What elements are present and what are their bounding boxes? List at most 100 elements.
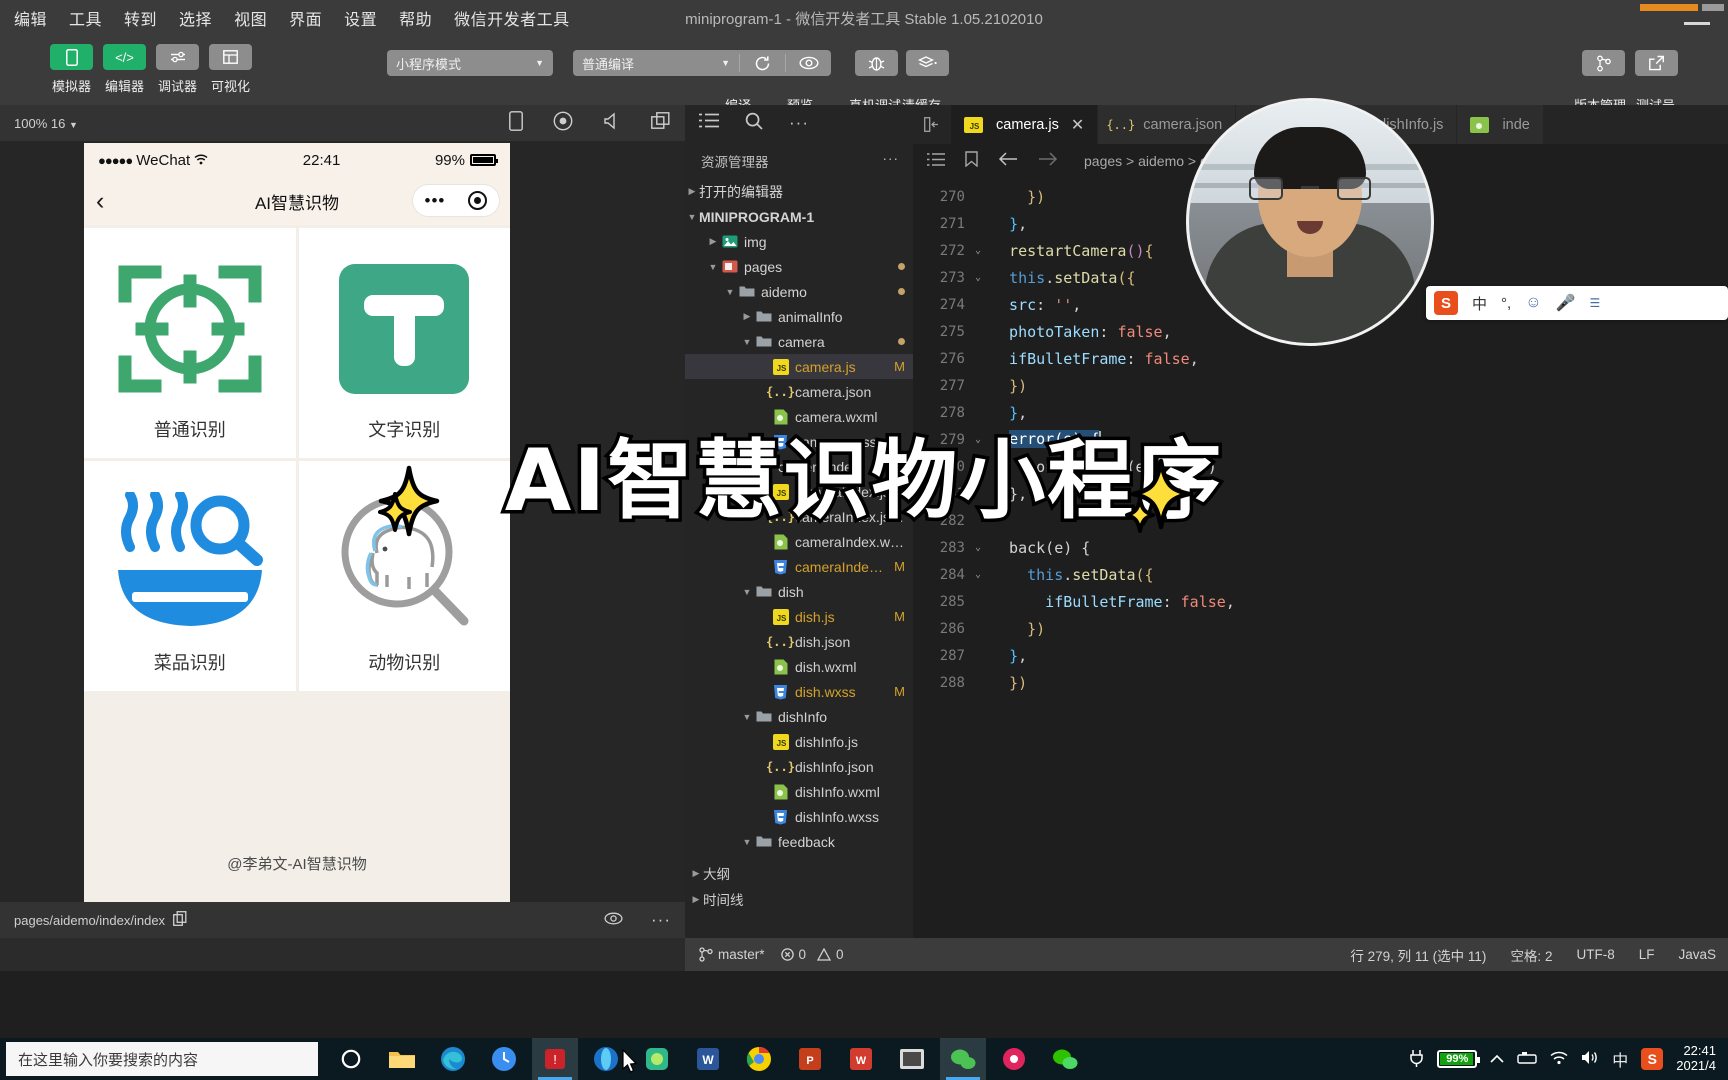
- tree-item-aidemo[interactable]: ▼ aidemo: [685, 279, 913, 304]
- grid-item-text-recognition[interactable]: 文字识别: [298, 228, 510, 458]
- cortana-icon[interactable]: [328, 1038, 374, 1080]
- menu-item-edit[interactable]: 编辑: [14, 6, 47, 30]
- tree-project-root[interactable]: ▼ MINIPROGRAM-1: [685, 204, 913, 229]
- ime-punctuation-label[interactable]: °,: [1501, 295, 1511, 312]
- wechat-capsule-button[interactable]: •••: [412, 184, 500, 217]
- tree-item-pages[interactable]: ▼ pages: [685, 254, 913, 279]
- language-mode[interactable]: JavaS: [1678, 947, 1716, 962]
- photos-app-icon[interactable]: [889, 1038, 935, 1080]
- outline-list-icon[interactable]: [927, 152, 945, 169]
- clear-cache-button[interactable]: [906, 50, 949, 76]
- collapse-sidebar-icon[interactable]: [913, 105, 951, 144]
- wifi-tray-icon[interactable]: [1550, 1051, 1568, 1068]
- fold-chevron-icon[interactable]: ⌄: [965, 245, 991, 256]
- bookmark-icon[interactable]: [965, 151, 978, 170]
- menu-item-tools[interactable]: 工具: [69, 6, 102, 30]
- eol-setting[interactable]: LF: [1639, 947, 1655, 962]
- toolbar-editor-button[interactable]: </> 编辑器: [103, 44, 146, 95]
- tree-item-cameraindex[interactable]: ▼ cameraIndex: [685, 454, 913, 479]
- menu-item-interface[interactable]: 界面: [289, 6, 322, 30]
- test-account-button[interactable]: [1635, 50, 1678, 76]
- menu-item-goto[interactable]: 转到: [124, 6, 157, 30]
- volume-icon[interactable]: [603, 112, 621, 135]
- nav-back-icon[interactable]: [998, 152, 1018, 169]
- file-explorer-icon[interactable]: [379, 1038, 425, 1080]
- tree-item-dishinfo-js[interactable]: ▶JSdishInfo.js: [685, 729, 913, 754]
- sogou-logo-icon[interactable]: S: [1434, 291, 1458, 315]
- tree-item-animalinfo[interactable]: ▶ animalInfo: [685, 304, 913, 329]
- nav-forward-icon[interactable]: [1038, 152, 1058, 169]
- tree-item-feedback[interactable]: ▼ feedback: [685, 829, 913, 854]
- minimize-button[interactable]: [1684, 22, 1710, 25]
- tree-item-dish-wxml[interactable]: ▶dish.wxml: [685, 654, 913, 679]
- problems-indicator[interactable]: 0 0: [780, 947, 844, 962]
- copy-window-icon[interactable]: [651, 111, 671, 135]
- ime-mode-label[interactable]: 中: [1472, 293, 1487, 314]
- chevron-down-icon[interactable]: ▼: [723, 287, 737, 297]
- fold-chevron-icon[interactable]: ⌄: [965, 272, 991, 283]
- word-app-icon[interactable]: W: [685, 1038, 731, 1080]
- tree-item-dish-js[interactable]: ▶JSdish.jsM: [685, 604, 913, 629]
- tree-item-img[interactable]: ▶ img: [685, 229, 913, 254]
- tree-item-dishinfo-json[interactable]: ▶{..}dishInfo.json: [685, 754, 913, 779]
- wps-app-icon[interactable]: W: [838, 1038, 884, 1080]
- tree-item-cameraindex----[interactable]: ▶cameraIndex....M: [685, 554, 913, 579]
- emoji-icon[interactable]: ☺: [1525, 294, 1541, 312]
- chevron-down-icon[interactable]: ▼: [740, 462, 754, 472]
- cursor-position[interactable]: 行 279, 列 11 (选中 11): [1350, 945, 1486, 965]
- edge-browser-icon[interactable]: [430, 1038, 476, 1080]
- toolbar-debugger-button[interactable]: 调试器: [156, 44, 199, 95]
- encoding-setting[interactable]: UTF-8: [1576, 947, 1614, 962]
- wechat-devtools-app-icon[interactable]: [940, 1038, 986, 1080]
- tree-item-cameraindex-js[interactable]: ▶JScameraIndex.js: [685, 479, 913, 504]
- tree-item-dishinfo-wxml[interactable]: ▶dishInfo.wxml: [685, 779, 913, 804]
- tree-open-editors[interactable]: ▶ 打开的编辑器: [685, 179, 913, 204]
- tree-item-dishinfo[interactable]: ▼ dishInfo: [685, 704, 913, 729]
- fold-chevron-icon[interactable]: ⌄: [965, 434, 991, 445]
- menu-item-view[interactable]: 视图: [234, 6, 267, 30]
- branch-indicator[interactable]: master*: [699, 947, 765, 962]
- toolbar-visual-button[interactable]: 可视化: [209, 44, 252, 95]
- menu-item-settings[interactable]: 设置: [344, 6, 377, 30]
- explorer-section-timeline[interactable]: ▶ 时间线: [685, 886, 913, 912]
- chevron-down-icon[interactable]: ▼: [706, 262, 720, 272]
- editor-tab-camera-js[interactable]: JS camera.js ✕: [951, 105, 1099, 144]
- menu-item-help[interactable]: 帮助: [399, 6, 432, 30]
- eye-icon[interactable]: [604, 912, 623, 928]
- menu-item-devtools[interactable]: 微信开发者工具: [454, 6, 570, 30]
- wechat-app-icon[interactable]: [1042, 1038, 1088, 1080]
- tree-item-camera-wxss[interactable]: ▶camera.wxss: [685, 429, 913, 454]
- tree-item-camera-wxml[interactable]: ▶camera.wxml: [685, 404, 913, 429]
- editor-tab-inde[interactable]: inde: [1457, 105, 1544, 144]
- search-input[interactable]: 在这里输入你要搜索的内容: [6, 1042, 318, 1076]
- mode-select[interactable]: 小程序模式 ▼: [387, 50, 553, 76]
- close-icon[interactable]: ✕: [1071, 115, 1084, 135]
- explorer-more-icon[interactable]: ···: [789, 113, 809, 133]
- volume-tray-icon[interactable]: [1581, 1050, 1599, 1068]
- more-options-icon[interactable]: ···: [651, 910, 671, 930]
- chevron-right-icon[interactable]: ▶: [706, 236, 720, 247]
- ime-tray-mode[interactable]: 中: [1612, 1047, 1628, 1071]
- device-phone-icon[interactable]: [509, 110, 523, 136]
- compile-select[interactable]: 普通编译 ▼ 编译: [573, 50, 751, 114]
- explorer-title-more-icon[interactable]: ···: [883, 151, 900, 171]
- chevron-down-icon[interactable]: ▼: [740, 712, 754, 722]
- sogou-tray-icon[interactable]: S: [1641, 1048, 1664, 1070]
- menu-list-icon[interactable]: [699, 113, 719, 133]
- fold-chevron-icon[interactable]: ⌄: [965, 569, 991, 580]
- clock-app-icon[interactable]: [481, 1038, 527, 1080]
- grid-item-general-recognition[interactable]: 普通识别: [84, 228, 296, 458]
- tree-item-dish-json[interactable]: ▶{..}dish.json: [685, 629, 913, 654]
- remote-debug-button[interactable]: [855, 50, 898, 76]
- toolbar-simulator-button[interactable]: 模拟器: [50, 44, 93, 95]
- chevron-down-icon[interactable]: ▼: [740, 837, 754, 847]
- tree-item-dish-wxss[interactable]: ▶dish.wxssM: [685, 679, 913, 704]
- battery-tray-icon[interactable]: 99%: [1437, 1050, 1481, 1068]
- version-control-button[interactable]: [1582, 50, 1625, 76]
- recorder-app-icon[interactable]: [991, 1038, 1037, 1080]
- chevron-down-icon[interactable]: ▼: [740, 587, 754, 597]
- power-plug-icon[interactable]: [1409, 1049, 1424, 1070]
- design-app-icon[interactable]: [634, 1038, 680, 1080]
- tray-expand-icon[interactable]: [1490, 1051, 1504, 1067]
- usb-device-icon[interactable]: [1517, 1051, 1537, 1068]
